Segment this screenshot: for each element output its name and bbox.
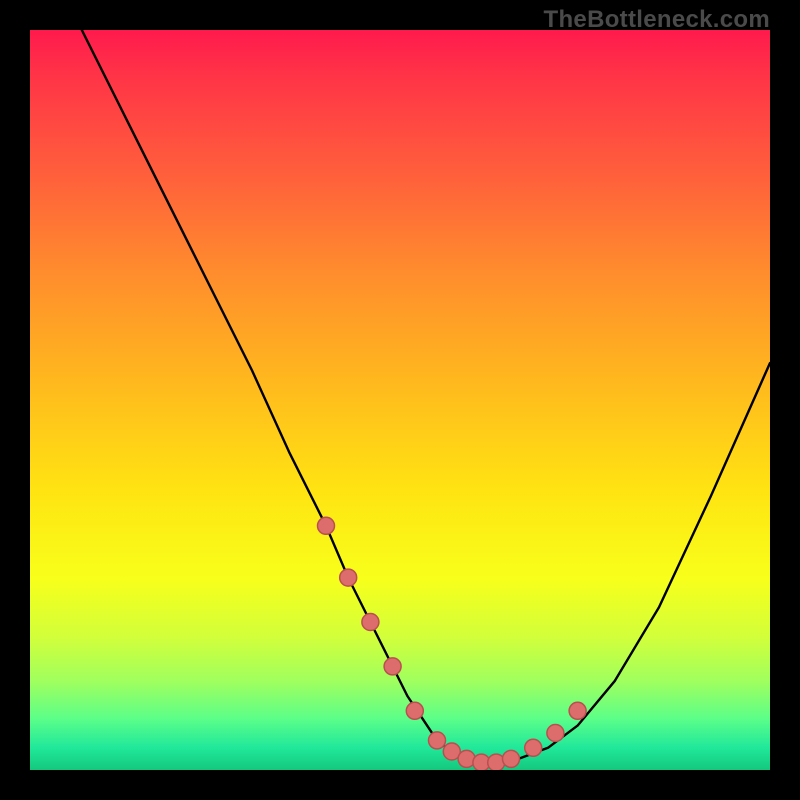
marker-dot xyxy=(569,702,586,719)
marker-dot xyxy=(525,739,542,756)
marker-dot xyxy=(340,569,357,586)
marker-dot xyxy=(429,732,446,749)
marker-dot xyxy=(362,614,379,631)
marker-dot xyxy=(406,702,423,719)
bottleneck-curve xyxy=(82,30,770,763)
marker-dot xyxy=(503,750,520,767)
marker-dot xyxy=(547,725,564,742)
chart-frame: TheBottleneck.com xyxy=(0,0,800,800)
marker-dot xyxy=(384,658,401,675)
plot-area xyxy=(30,30,770,770)
marker-dot xyxy=(318,517,335,534)
highlight-dots xyxy=(318,517,587,770)
chart-svg xyxy=(30,30,770,770)
